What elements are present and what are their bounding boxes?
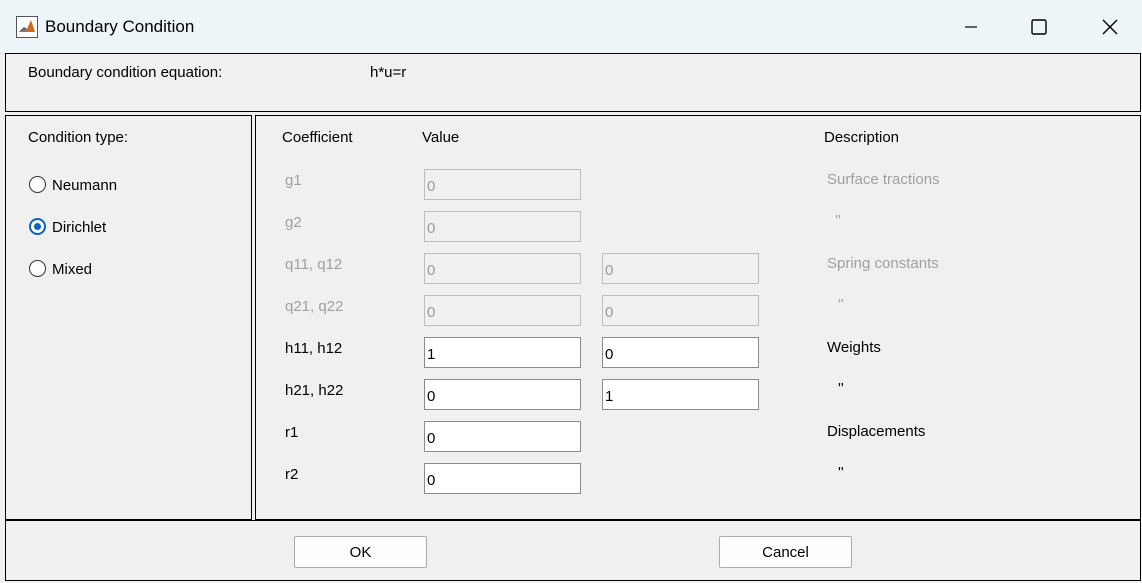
g1-value-input[interactable] (424, 169, 581, 200)
coef-label-q21-q22: q21, q22 (285, 298, 344, 315)
window-title: Boundary Condition (45, 17, 195, 36)
header-value: Value (422, 129, 460, 146)
minimize-button[interactable] (948, 10, 994, 44)
h11-value-input[interactable] (424, 337, 581, 368)
radio-mixed-label[interactable]: Mixed (52, 261, 92, 278)
h12-value-input[interactable] (602, 337, 759, 368)
desc-g1: Surface tractions (827, 171, 940, 188)
close-button[interactable] (1087, 10, 1133, 44)
coef-label-h11-h12: h11, h12 (285, 340, 343, 357)
r2-value-input[interactable] (424, 463, 581, 494)
desc-q1: Spring constants (827, 255, 939, 272)
h22-value-input[interactable] (602, 379, 759, 410)
coef-label-r2: r2 (285, 466, 299, 483)
equation-label: Boundary condition equation: (28, 64, 223, 81)
button-bar (5, 520, 1141, 581)
desc-h1: Weights (827, 339, 881, 356)
q11-value-input[interactable] (424, 253, 581, 284)
coef-label-q11-q12: q11, q12 (285, 256, 343, 273)
header-description: Description (824, 129, 900, 146)
radio-dirichlet[interactable] (29, 218, 46, 235)
maximize-icon (1031, 19, 1047, 35)
header-coefficient: Coefficient (282, 129, 353, 146)
g2-value-input[interactable] (424, 211, 581, 242)
coef-label-r1: r1 (285, 424, 299, 441)
matlab-app-icon (16, 16, 38, 38)
ok-button[interactable]: OK (294, 536, 427, 568)
radio-dirichlet-label[interactable]: Dirichlet (52, 219, 106, 236)
condition-type-label: Condition type: (28, 129, 129, 146)
equation-value: h*u=r (370, 64, 407, 81)
desc-g2: '' (835, 212, 841, 229)
minimize-icon (965, 26, 977, 28)
q12-value-input[interactable] (602, 253, 759, 284)
desc-q2: '' (838, 296, 844, 313)
close-icon (1102, 19, 1118, 35)
coef-label-g2: g2 (285, 214, 302, 231)
equation-panel (5, 53, 1141, 112)
q21-value-input[interactable] (424, 295, 581, 326)
title-bar: Boundary Condition (0, 0, 1142, 54)
desc-r1: Displacements (827, 423, 926, 440)
radio-mixed[interactable] (29, 260, 46, 277)
maximize-button[interactable] (1016, 10, 1062, 44)
condition-type-panel (5, 115, 252, 520)
radio-neumann-label[interactable]: Neumann (52, 177, 117, 194)
cancel-button[interactable]: Cancel (719, 536, 852, 568)
coef-label-h21-h22: h21, h22 (285, 382, 344, 399)
q22-value-input[interactable] (602, 295, 759, 326)
radio-neumann[interactable] (29, 176, 46, 193)
h21-value-input[interactable] (424, 379, 581, 410)
r1-value-input[interactable] (424, 421, 581, 452)
desc-r2: '' (838, 464, 844, 481)
coef-label-g1: g1 (285, 172, 302, 189)
desc-h2: '' (838, 380, 844, 397)
